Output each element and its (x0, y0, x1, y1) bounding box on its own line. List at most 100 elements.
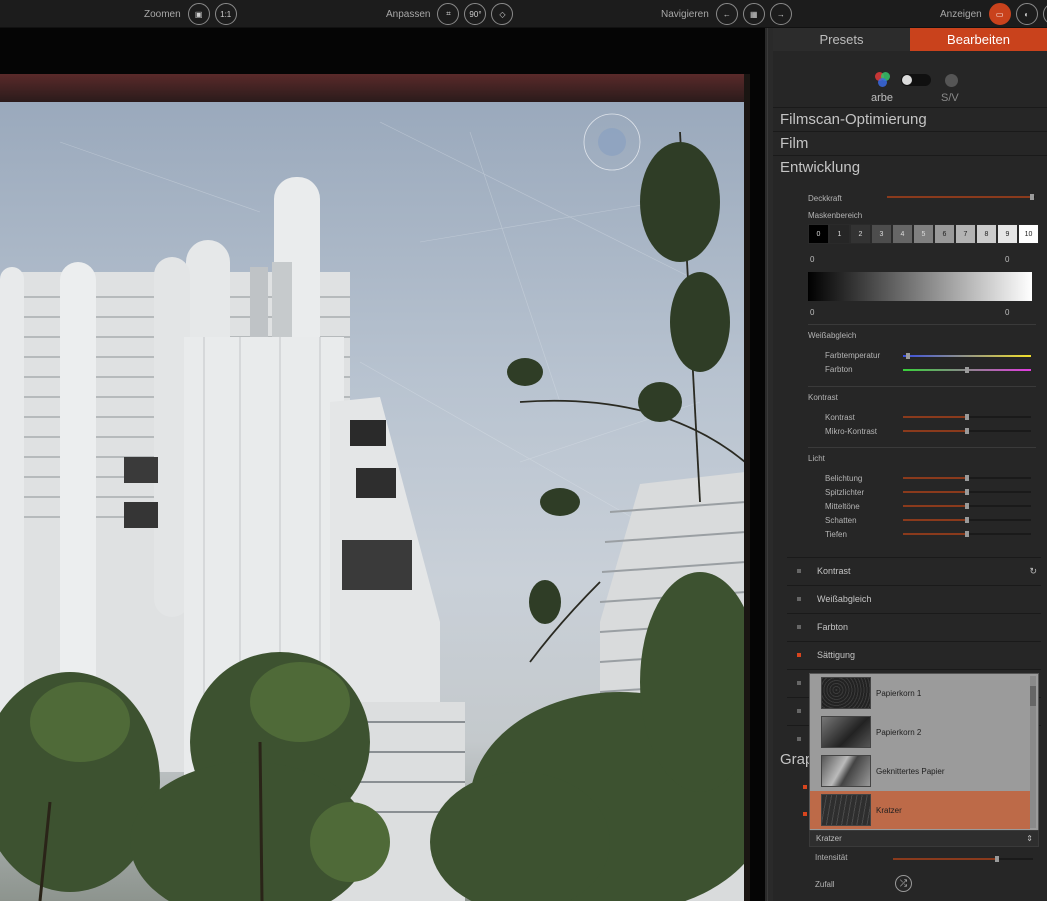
select-arrow-icon: ⇕ (1026, 834, 1033, 843)
group-farbton-label: Farbton (817, 621, 849, 632)
extra-view-button[interactable]: ◌ (1042, 3, 1047, 25)
section-film[interactable]: Film (773, 131, 1047, 155)
schatten-slider[interactable] (903, 517, 1031, 523)
tab-presets[interactable]: Presets (773, 28, 910, 51)
deckkraft-label: Deckkraft (808, 194, 842, 203)
texture-select-value: Kratzer (816, 834, 842, 843)
arrow-left-icon: ← (722, 9, 731, 19)
panel-tabs: Presets Bearbeiten (773, 28, 1047, 52)
reset-icon[interactable]: ↻ (1029, 566, 1037, 577)
texture-thumb (821, 794, 871, 826)
mask-gradient[interactable] (808, 272, 1032, 301)
mask-cell[interactable]: 5 (913, 224, 934, 244)
color-mode-icon[interactable] (875, 72, 891, 88)
crop-button[interactable]: ⌗ (437, 3, 460, 25)
texture-select[interactable]: Kratzer ⇕ (809, 830, 1039, 847)
texture-thumb (821, 677, 871, 709)
zoom-fit-button[interactable]: ▣ (187, 3, 210, 25)
farbton-label: Farbton (825, 365, 853, 374)
color-mode-bar: arbe S/V (773, 68, 1047, 106)
group-weissabgleich-dot (797, 597, 801, 601)
zufall-label: Zufall (815, 880, 835, 889)
texture-item-geknittertes-papier[interactable]: Geknittertes Papier (810, 752, 1030, 790)
texture-item-papierkorn-1[interactable]: Papierkorn 1 (810, 674, 1030, 712)
texture-thumb (821, 755, 871, 787)
mask-cell[interactable]: 10 (1018, 224, 1039, 244)
single-view-button[interactable]: ▭ (988, 3, 1011, 25)
photo-canvas[interactable] (0, 102, 744, 901)
range-right-top[interactable]: 0 (1005, 255, 1009, 264)
graph-active-dot-2 (803, 812, 807, 816)
group-farbton-dot (797, 625, 801, 629)
farbton-slider[interactable] (903, 367, 1031, 373)
view-label: Anzeigen (940, 8, 982, 20)
schatten-label: Schatten (825, 516, 857, 525)
rotate-icon: 90° (469, 9, 482, 19)
color-bw-toggle[interactable] (901, 74, 931, 86)
color-mode-label: arbe (871, 92, 894, 104)
mask-cell[interactable]: 9 (997, 224, 1018, 244)
group-kontrast-dot (797, 569, 801, 573)
tiefen-slider[interactable] (903, 531, 1031, 537)
crop-icon: ⌗ (446, 9, 451, 18)
range-left-bottom[interactable]: 0 (810, 308, 814, 317)
texture-item-label: Papierkorn 2 (876, 728, 922, 737)
frame-border-top (0, 74, 750, 102)
mikro-kontrast-slider[interactable] (903, 428, 1031, 434)
belichtung-slider[interactable] (903, 475, 1031, 481)
texture-item-label: Geknittertes Papier (876, 767, 945, 776)
mask-cell[interactable]: 7 (955, 224, 976, 244)
mask-cell[interactable]: 3 (871, 224, 892, 244)
panel-splitter[interactable] (765, 28, 773, 901)
mask-cell[interactable]: 2 (850, 224, 871, 244)
zoom-fit-icon: ▣ (194, 9, 203, 19)
shuffle-button[interactable]: ⤮ (895, 875, 912, 892)
rotate-button[interactable]: 90° (464, 3, 487, 25)
group-saettigung[interactable]: Sättigung (787, 641, 1041, 667)
mask-cell[interactable]: 1 (829, 224, 850, 244)
maskenbereich-label: Maskenbereich (808, 211, 863, 220)
zoom-1to1-button[interactable]: 1:1 (214, 3, 237, 25)
zoom-group: Zoomen ▣ 1:1 (144, 2, 237, 26)
grid-button[interactable]: ▦ (742, 3, 765, 25)
weissabgleich-title: Weißabgleich (808, 331, 857, 340)
texture-item-papierkorn-2[interactable]: Papierkorn 2 (810, 713, 1030, 751)
adjust-label: Anpassen (386, 8, 431, 20)
range-right-bottom[interactable]: 0 (1005, 308, 1009, 317)
straighten-icon: ◇ (499, 9, 506, 19)
shuffle-icon: ⤮ (899, 878, 908, 888)
bw-mode-icon[interactable] (945, 74, 958, 87)
mikro-kontrast-label: Mikro-Kontrast (825, 427, 878, 436)
texture-item-kratzer[interactable]: Kratzer (810, 791, 1030, 829)
mask-cell[interactable]: 8 (976, 224, 997, 244)
previous-button[interactable]: ← (715, 3, 738, 25)
intensitaet-slider[interactable] (893, 856, 1033, 862)
group-farbton[interactable]: Farbton (787, 613, 1041, 639)
spitzlichter-slider[interactable] (903, 489, 1031, 495)
range-left-top[interactable]: 0 (810, 255, 814, 264)
mitteltoene-slider[interactable] (903, 503, 1031, 509)
graph-active-dot-1 (803, 785, 807, 789)
mask-cell[interactable]: 4 (892, 224, 913, 244)
compare-view-button[interactable]: ◐ (1015, 3, 1038, 25)
section-filmscan[interactable]: Filmscan-Optimierung (773, 107, 1047, 131)
next-button[interactable]: → (769, 3, 792, 25)
section-graph[interactable]: Grap (773, 751, 813, 775)
deckkraft-slider[interactable] (887, 194, 1035, 200)
tiefen-label: Tiefen (825, 530, 847, 539)
dropdown-scrollbar[interactable] (1030, 676, 1036, 828)
mask-cell[interactable]: 0 (808, 224, 829, 244)
farbtemperatur-slider[interactable] (903, 353, 1031, 359)
straighten-button[interactable]: ◇ (491, 3, 514, 25)
section-entwicklung[interactable]: Entwicklung (773, 155, 1047, 179)
kontrast-slider[interactable] (903, 414, 1031, 420)
kontrast-label: Kontrast (825, 413, 855, 422)
tab-bearbeiten[interactable]: Bearbeiten (910, 28, 1047, 51)
group-weissabgleich-label: Weißabgleich (817, 593, 872, 604)
grid-icon: ▦ (750, 9, 758, 19)
group-kontrast[interactable]: Kontrast ↻ (787, 557, 1041, 583)
group-weissabgleich[interactable]: Weißabgleich (787, 585, 1041, 611)
mask-cell[interactable]: 6 (934, 224, 955, 244)
group-saettigung-dot (797, 653, 801, 657)
image-viewer[interactable] (0, 28, 765, 901)
